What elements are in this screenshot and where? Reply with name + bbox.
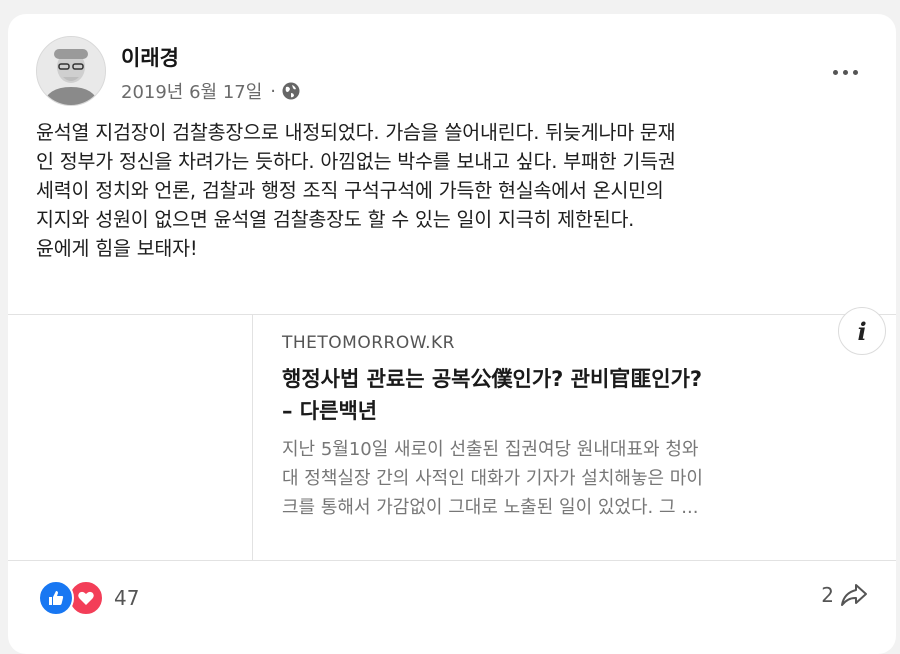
link-body[interactable]: THETOMORROW.KR 행정사법 관료는 공복公僕인가? 관비官匪인가? … [282, 333, 872, 522]
post-date[interactable]: 2019년 6월 17일 [121, 78, 262, 104]
post-card: 이래경 2019년 6월 17일 · 윤석열 지검장이 검찰총장으로 내정되었다… [8, 14, 896, 654]
reactions-summary[interactable]: 47 [38, 580, 139, 616]
post-footer: 47 2 [38, 580, 868, 620]
share-icon [841, 584, 867, 606]
link-preview[interactable]: THETOMORROW.KR 행정사법 관료는 공복公僕인가? 관비官匪인가? … [8, 307, 896, 561]
link-thumbnail[interactable] [8, 315, 253, 560]
globe-icon [282, 82, 300, 100]
like-reaction-icon [38, 580, 74, 616]
post-meta: 2019년 6월 17일 · [121, 78, 301, 104]
link-title[interactable]: 행정사법 관료는 공복公僕인가? 관비官匪인가? – 다른백년 [282, 363, 872, 427]
shares-summary[interactable]: 2 [821, 582, 868, 608]
more-options-button[interactable] [828, 62, 862, 82]
info-button[interactable]: i [838, 307, 886, 355]
author-name[interactable]: 이래경 [121, 42, 179, 72]
info-icon: i [857, 316, 867, 346]
link-description: 지난 5월10일 새로이 선출된 집권여당 원내대표와 청와 대 정책실장 간의… [282, 439, 703, 518]
avatar[interactable] [36, 36, 106, 106]
post-text: 윤석열 지검장이 검찰총장으로 내정되었다. 가슴을 쓸어내린다. 뒤늦게나마 … [36, 121, 676, 260]
meta-separator: · [270, 80, 277, 102]
share-count: 2 [821, 583, 834, 607]
profile-photo-icon [37, 37, 105, 105]
post-header: 이래경 2019년 6월 17일 · [36, 36, 876, 108]
more-options-icon [832, 69, 838, 75]
link-domain: THETOMORROW.KR [282, 333, 455, 353]
reaction-count: 47 [114, 586, 140, 610]
